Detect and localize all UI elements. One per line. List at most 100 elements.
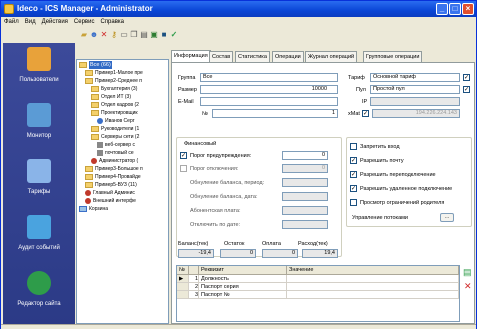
key-icon[interactable]: ⚷: [109, 30, 119, 40]
tree-item[interactable]: Главный Админис: [85, 189, 135, 197]
tab-group-operations[interactable]: Групповые операции: [363, 51, 423, 62]
menu-actions[interactable]: Действия: [42, 17, 68, 27]
maximize-button[interactable]: □: [449, 3, 461, 15]
sidebar-item-monitor[interactable]: Монитор: [3, 99, 75, 147]
allow-remote-checkbox[interactable]: ✓: [350, 185, 357, 192]
window-icon[interactable]: ▭: [119, 30, 129, 40]
sidebar-item-audit[interactable]: Аудит событий: [3, 211, 75, 259]
menu-service[interactable]: Сервис: [74, 17, 95, 27]
tree-item[interactable]: Пример3-Большое п: [85, 165, 143, 173]
ip-label: IP: [362, 99, 368, 105]
pool-select[interactable]: Простой пул: [370, 85, 460, 94]
tree-item[interactable]: Администратор (: [91, 157, 138, 165]
close-button[interactable]: ×: [462, 3, 474, 15]
table-row[interactable]: 2 Паспорт серия: [177, 283, 459, 291]
delete-row-icon[interactable]: ✕: [464, 281, 472, 292]
disable-date-field[interactable]: [282, 220, 328, 229]
tree-item[interactable]: Пример5-ВУЗ (11): [85, 181, 137, 189]
tree-item[interactable]: веб-сервер с: [97, 141, 135, 149]
row-value[interactable]: [287, 275, 459, 283]
tab-operations-log[interactable]: Журнал операций: [305, 51, 358, 62]
off-checkbox[interactable]: [180, 165, 187, 172]
warn-field[interactable]: 0: [282, 151, 328, 160]
pool-checkbox[interactable]: ✓: [463, 86, 470, 93]
column-header[interactable]: Значение: [287, 266, 459, 275]
allow-reconnect-label: Разрешить переподключение: [360, 172, 436, 178]
parent-limits-checkbox[interactable]: [350, 199, 357, 206]
tab-members[interactable]: Состав: [209, 51, 234, 62]
tab-info[interactable]: Информация: [171, 50, 211, 62]
tree-item[interactable]: Серверы сети (2: [91, 133, 139, 141]
expense-label: Расход(тек): [298, 241, 328, 247]
reset-period-field[interactable]: [282, 178, 328, 187]
tree-item[interactable]: Бухгалтерия (3): [91, 85, 137, 93]
tab-statistics[interactable]: Статистика: [235, 51, 270, 62]
tree-item[interactable]: Пример2-Среднее п: [85, 77, 142, 85]
sidebar-item-label: Монитор: [26, 133, 52, 139]
warn-checkbox[interactable]: ✓: [180, 152, 187, 159]
minimize-button[interactable]: _: [436, 3, 448, 15]
sidebar-item-site-editor[interactable]: Редактор сайта: [3, 267, 75, 315]
email-field[interactable]: [200, 97, 338, 106]
row-attribute[interactable]: Паспорт серия: [199, 283, 287, 291]
tree-item[interactable]: Руководители (1: [91, 125, 139, 133]
calculator-icon: [27, 159, 51, 183]
tariff-checkbox[interactable]: ✓: [463, 74, 470, 81]
menu-help[interactable]: Справка: [100, 17, 124, 27]
off-field[interactable]: 0: [282, 164, 328, 173]
copy-icon[interactable]: ❐: [129, 30, 139, 40]
delete-icon[interactable]: ✕: [99, 30, 109, 40]
save-icon[interactable]: ■: [159, 30, 169, 40]
row-value[interactable]: [287, 283, 459, 291]
table-row[interactable]: ▶ 1 Должность: [177, 275, 459, 283]
xmat-field[interactable]: 194.226.224.143: [372, 109, 460, 118]
menu-file[interactable]: Файл: [4, 17, 19, 27]
tree-item[interactable]: Пример4-Провайде: [85, 173, 141, 181]
lock-icon[interactable]: ▣: [149, 30, 159, 40]
table-row[interactable]: 3 Паспорт №: [177, 291, 459, 299]
row-attribute[interactable]: Паспорт №: [199, 291, 287, 299]
size-field[interactable]: 10000: [200, 85, 338, 94]
group-field[interactable]: Все: [200, 73, 338, 82]
row-attribute[interactable]: Должность: [199, 275, 287, 283]
number-field[interactable]: 1: [212, 109, 338, 118]
column-header[interactable]: Реквизит: [199, 266, 287, 275]
subscription-field[interactable]: [282, 206, 328, 215]
menu-view[interactable]: Вид: [25, 17, 36, 27]
folder-icon[interactable]: ▰: [79, 30, 89, 40]
allow-reconnect-checkbox[interactable]: ✓: [350, 171, 357, 178]
user-add-icon[interactable]: ☻: [89, 30, 99, 40]
tree-item[interactable]: Отдел ИТ (3): [91, 93, 131, 101]
limits-button[interactable]: …: [440, 213, 454, 222]
row-value[interactable]: [287, 291, 459, 299]
xmat-checkbox[interactable]: ✓: [362, 110, 369, 117]
sidebar-item-label: Пользователи: [19, 77, 59, 83]
apply-icon[interactable]: ✓: [169, 30, 179, 40]
parent-limits-label: Просмотр ограничений родителя: [360, 200, 445, 206]
tree-item[interactable]: Проектировщик: [91, 109, 138, 117]
remain-value: 0: [220, 249, 256, 258]
column-header[interactable]: №: [177, 266, 189, 275]
tab-operations[interactable]: Операции: [272, 51, 304, 62]
tree-item-trash[interactable]: Корзина: [79, 205, 108, 213]
sidebar-item-tariffs[interactable]: Тарифы: [3, 155, 75, 203]
tree-item[interactable]: Отдел кадров (2: [91, 101, 139, 109]
add-row-icon[interactable]: ▤: [463, 267, 472, 278]
reset-date-field[interactable]: [282, 192, 328, 201]
ip-field[interactable]: [370, 97, 460, 106]
tree-item[interactable]: Все (66): [79, 61, 112, 69]
print-icon[interactable]: ▤: [139, 30, 149, 40]
sidebar-item-label: Редактор сайта: [17, 301, 61, 307]
tariff-select[interactable]: Основной тариф: [370, 73, 460, 82]
balance-label: Баланс(тек): [178, 241, 209, 247]
deny-login-checkbox[interactable]: [350, 143, 357, 150]
sidebar-item-users[interactable]: Пользователи: [3, 43, 75, 91]
tab-strip: Информация Состав Статистика Операции Жу…: [171, 50, 475, 62]
tree-item[interactable]: Иванов Серг: [97, 117, 135, 125]
tree-item[interactable]: почтовый се: [97, 149, 134, 157]
allow-mail-checkbox[interactable]: ✓: [350, 157, 357, 164]
column-header: [189, 266, 199, 275]
tree-item[interactable]: Внешний интерфе: [85, 197, 136, 205]
balance-value: -19,4: [178, 249, 214, 258]
tree-item[interactable]: Пример1-Малое пре: [85, 69, 143, 77]
